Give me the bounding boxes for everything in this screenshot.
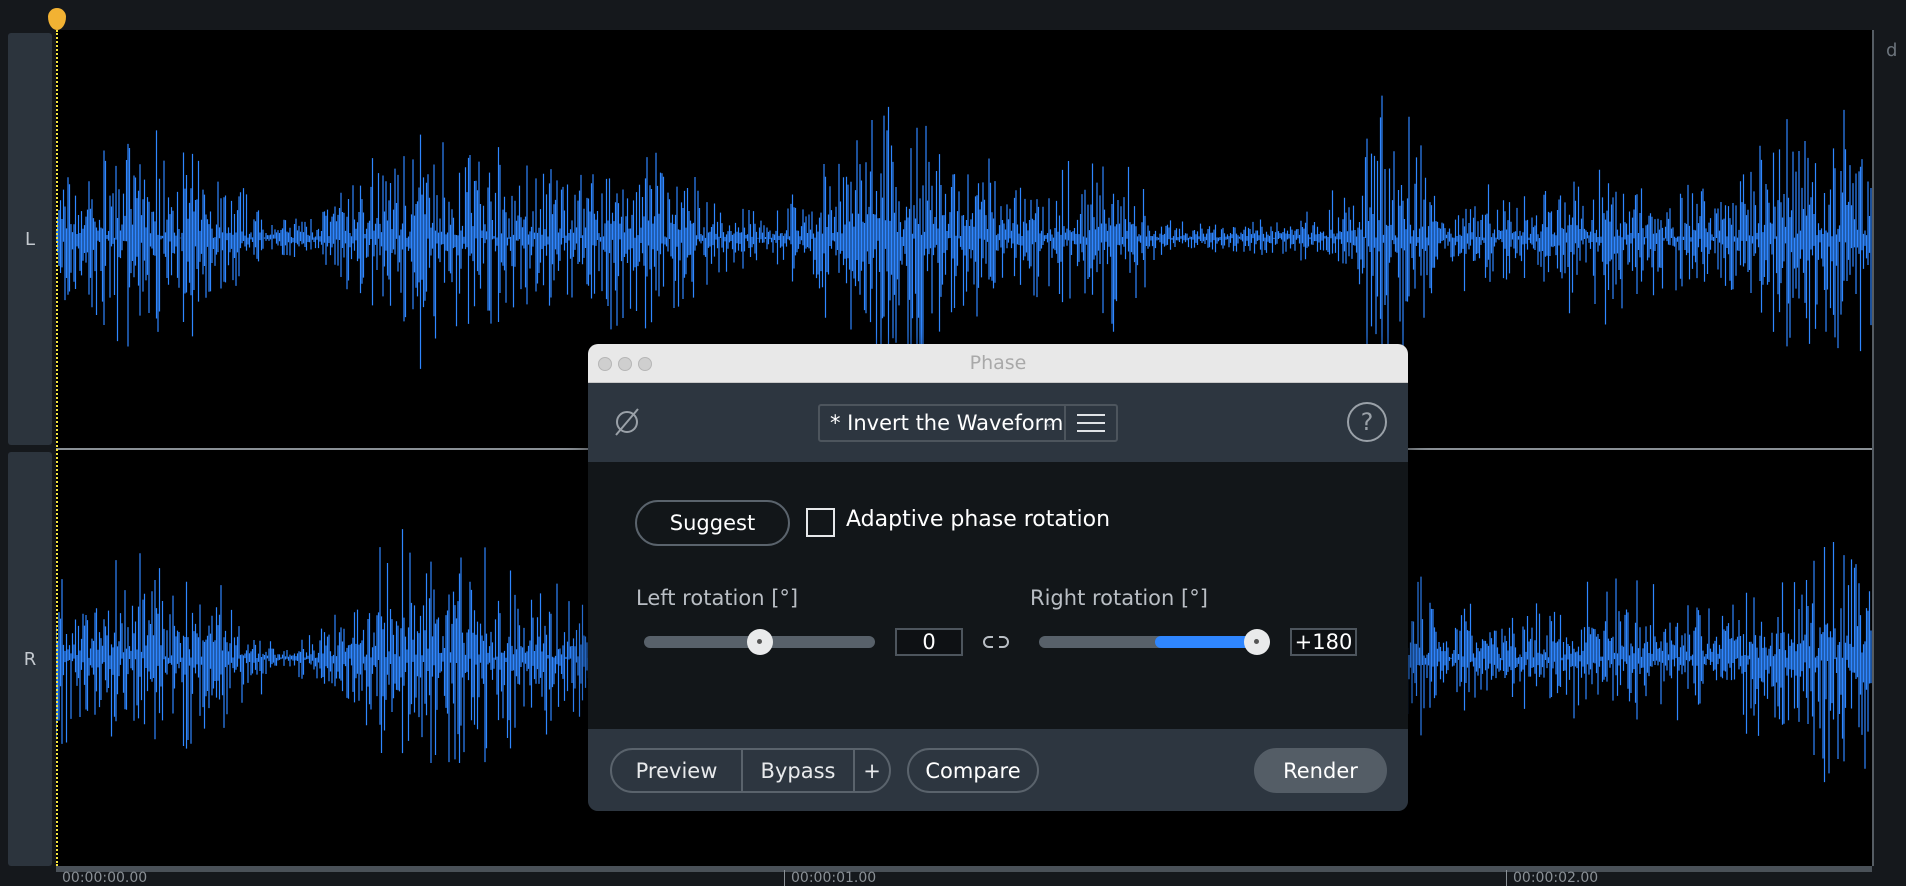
- bypass-button[interactable]: Bypass: [743, 750, 855, 791]
- right-rotation-label: Right rotation [°]: [1030, 586, 1208, 610]
- left-rotation-value[interactable]: 0: [895, 628, 963, 656]
- timeline[interactable]: 00:00:00.00 00:00:01.00 00:00:02.00: [56, 866, 1872, 886]
- title-bar[interactable]: Phase: [588, 344, 1408, 383]
- render-button[interactable]: Render: [1254, 748, 1387, 793]
- waveform-left: [56, 95, 1872, 383]
- dialog-header: * Invert the Waveform ⌄ ?: [588, 383, 1408, 462]
- dialog-title: Phase: [969, 352, 1027, 374]
- slider-thumb[interactable]: [1244, 629, 1270, 655]
- channel-right-label[interactable]: R: [8, 452, 52, 866]
- link-icon[interactable]: [983, 634, 1009, 650]
- right-rotation-value[interactable]: +180: [1290, 628, 1357, 656]
- slider-thumb[interactable]: [746, 629, 773, 655]
- phase-icon: [615, 408, 639, 436]
- phase-dialog: Phase * Invert the Waveform ⌄ ? Suggest …: [588, 344, 1408, 811]
- right-rotation-slider[interactable]: [1039, 629, 1270, 655]
- help-icon[interactable]: ?: [1347, 402, 1387, 442]
- top-bar: [0, 0, 1906, 30]
- preset-selector: * Invert the Waveform ⌄: [818, 404, 1118, 442]
- preset-menu-button[interactable]: [1066, 406, 1116, 440]
- slider-fill: [1154, 636, 1257, 648]
- add-bypass-button[interactable]: +: [855, 750, 889, 791]
- adaptive-label: Adaptive phase rotation: [846, 507, 1111, 532]
- preset-name: * Invert the Waveform: [830, 411, 1064, 435]
- compare-button[interactable]: Compare: [907, 748, 1039, 793]
- ruler-unit: d: [1886, 40, 1898, 61]
- playhead-line: [56, 30, 58, 866]
- preview-button[interactable]: Preview: [612, 750, 743, 791]
- suggest-button[interactable]: Suggest: [635, 500, 790, 546]
- chevron-down-icon: ⌄: [1042, 412, 1056, 431]
- left-rotation-label: Left rotation [°]: [636, 586, 799, 610]
- adaptive-checkbox[interactable]: [806, 508, 835, 537]
- preset-dropdown[interactable]: * Invert the Waveform ⌄: [820, 406, 1066, 440]
- dialog-footer: Preview Bypass + Compare Render: [588, 729, 1408, 811]
- level-ruler: d: [1872, 30, 1906, 866]
- channel-left-label[interactable]: L: [8, 33, 52, 445]
- preview-group: Preview Bypass +: [610, 748, 891, 793]
- left-rotation-slider[interactable]: [644, 629, 875, 655]
